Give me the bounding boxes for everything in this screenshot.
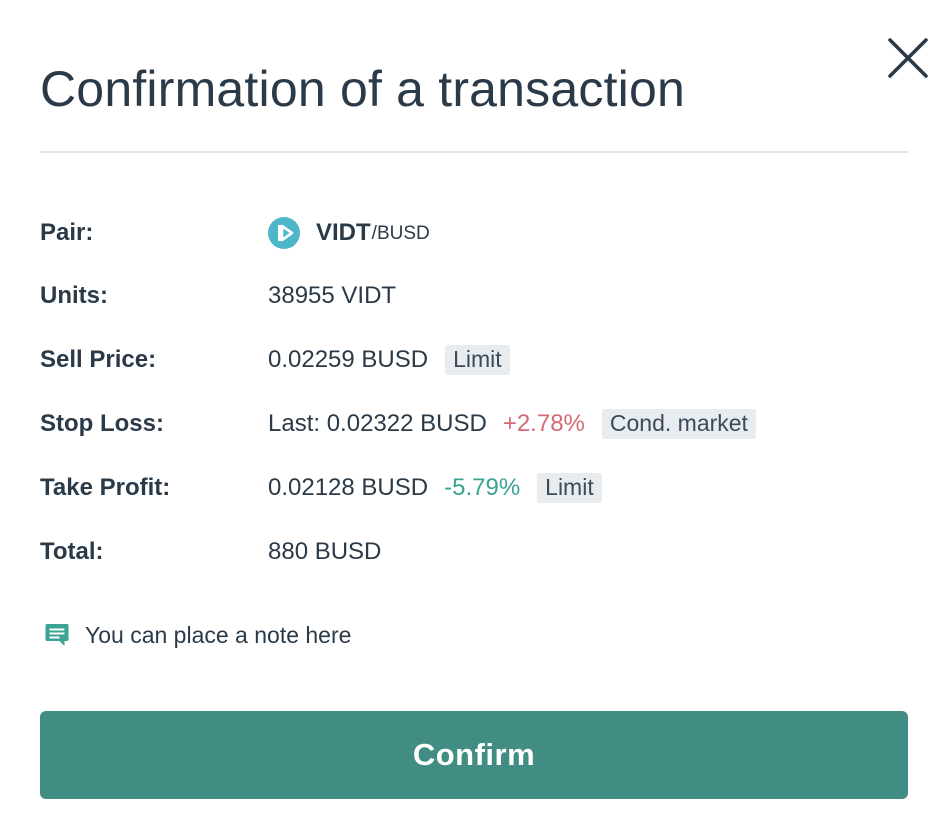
note-placeholder-text: You can place a note here	[85, 621, 352, 648]
sell-price-value-group: 0.02259 BUSD Limit	[268, 345, 510, 375]
take-profit-change: -5.79%	[444, 474, 521, 501]
sell-price-row: Sell Price: 0.02259 BUSD Limit	[40, 340, 510, 380]
pair-quote-symbol: /BUSD	[371, 223, 430, 244]
take-profit-row: Take Profit: 0.02128 BUSD -5.79% Limit	[40, 468, 602, 508]
pair-base-symbol: VIDT	[316, 219, 371, 246]
stop-loss-order-type-badge: Cond. market	[601, 409, 756, 439]
stop-loss-change: +2.78%	[502, 410, 585, 437]
take-profit-label: Take Profit:	[40, 474, 171, 501]
total-value: 880 BUSD	[268, 538, 382, 565]
pair-value: VIDT/BUSD	[268, 217, 430, 249]
dialog-title: Confirmation of a transaction	[40, 61, 686, 117]
units-value: 38955 VIDT	[268, 282, 397, 309]
pair-label: Pair:	[40, 219, 94, 246]
title-divider	[40, 151, 908, 153]
comment-icon	[45, 624, 69, 646]
add-note-link[interactable]: You can place a note here	[44, 616, 351, 654]
transaction-confirmation-dialog: Confirmation of a transaction Pair: VIDT…	[0, 0, 948, 822]
total-row: Total: 880 BUSD	[40, 532, 381, 572]
take-profit-order-type-badge: Limit	[537, 473, 602, 503]
vidt-token-icon	[268, 217, 300, 249]
total-label: Total:	[40, 538, 104, 565]
take-profit-value: 0.02128 BUSD	[268, 474, 429, 501]
take-profit-value-group: 0.02128 BUSD -5.79% Limit	[268, 473, 602, 503]
sell-price-order-type-badge: Limit	[445, 345, 510, 375]
stop-loss-label: Stop Loss:	[40, 410, 164, 437]
pair-row: Pair: VIDT/BUSD	[40, 213, 430, 253]
stop-loss-value-group: Last: 0.02322 BUSD +2.78% Cond. market	[268, 409, 756, 439]
stop-loss-row: Stop Loss: Last: 0.02322 BUSD +2.78% Con…	[40, 404, 756, 444]
units-row: Units: 38955 VIDT	[40, 276, 396, 316]
sell-price-value: 0.02259 BUSD	[268, 346, 429, 373]
stop-loss-value: Last: 0.02322 BUSD	[268, 410, 487, 437]
close-icon	[888, 38, 928, 78]
units-label: Units:	[40, 282, 108, 309]
confirm-button[interactable]: Confirm	[40, 711, 908, 799]
sell-price-label: Sell Price:	[40, 346, 157, 373]
close-button[interactable]	[884, 34, 932, 82]
